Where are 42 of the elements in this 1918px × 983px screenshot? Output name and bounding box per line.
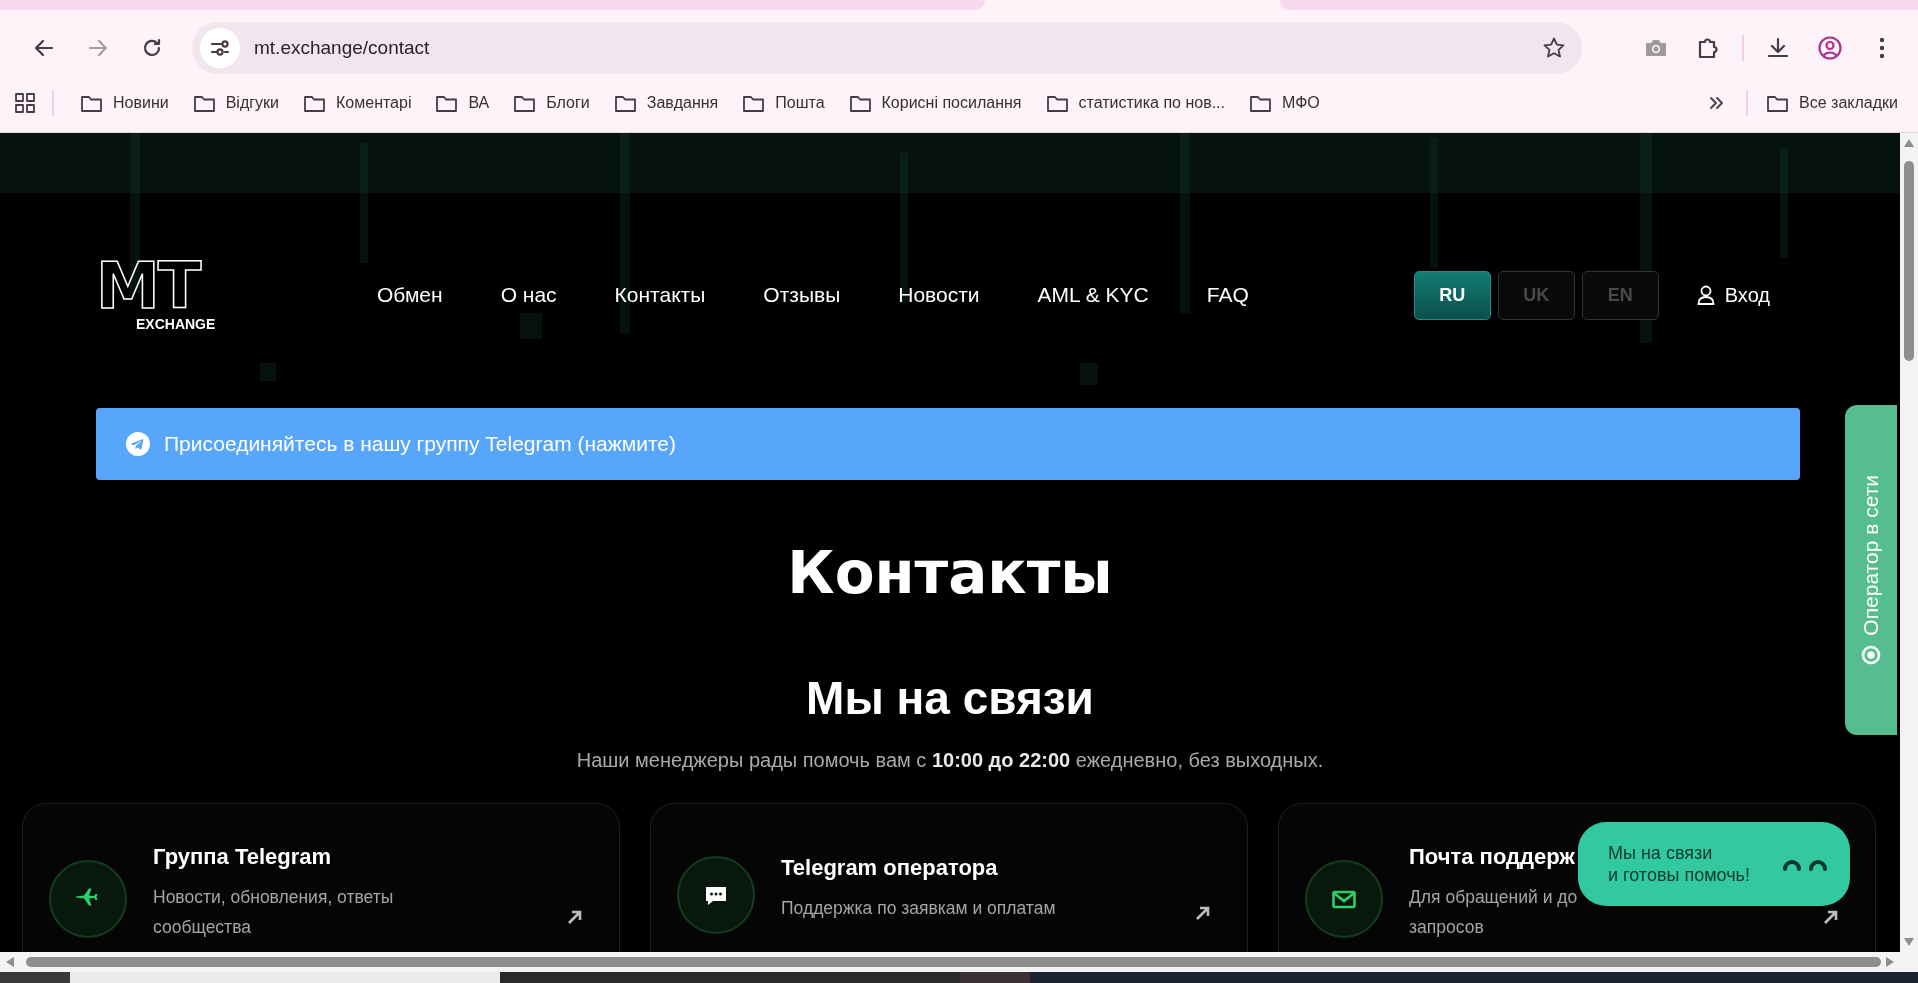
contact-card[interactable]: Группа Telegram Новости, обновления, ответы сообщества <box>22 803 620 952</box>
logo-mark: MT <box>96 258 200 314</box>
card-title: Группа Telegram <box>153 844 332 870</box>
logo-wordmark: EXCHANGE <box>136 316 216 332</box>
login-link[interactable]: Вход <box>1696 283 1770 307</box>
bookmark-item[interactable]: Коментарі <box>303 92 412 114</box>
bookmark-item[interactable]: Завдання <box>613 92 719 114</box>
card-description: Для обращений и до <box>1409 886 1578 909</box>
bookmark-item[interactable]: ВА <box>435 92 490 114</box>
bookmark-item[interactable]: Новини <box>80 92 169 114</box>
language-button[interactable]: RU <box>1413 270 1491 320</box>
nav-link[interactable]: AML & KYC <box>1037 283 1149 307</box>
contact-card[interactable]: Telegram оператора Поддержка по заявкам и оплатам <box>650 803 1248 952</box>
nav-link[interactable]: FAQ <box>1206 283 1249 307</box>
address-bar[interactable]: mt.exchange/contact <box>192 22 1582 74</box>
operator-status-label: Оператор в сети <box>1859 474 1883 636</box>
bookmark-item[interactable]: Блоги <box>513 92 590 114</box>
section-heading: Мы на связи <box>806 671 1094 726</box>
nav-link[interactable]: Контакты <box>614 283 706 307</box>
card-title: Почта поддерж <box>1409 844 1575 870</box>
card-title: Telegram оператора <box>781 855 998 881</box>
bookmark-item[interactable]: МФО <box>1249 92 1320 114</box>
nav-link[interactable]: Обмен <box>377 283 443 307</box>
chat-widget-text: и готовы помочь! <box>1608 864 1751 886</box>
bookmark-item[interactable]: Корисні посилання <box>848 92 1022 114</box>
bookmark-item[interactable]: статистика по нов... <box>1045 92 1225 114</box>
logo[interactable]: MT EXCHANGE <box>96 258 238 332</box>
nav-link[interactable]: Новости <box>898 283 980 307</box>
bookmark-item[interactable]: Пошта <box>742 92 825 114</box>
chat-widget-text: Мы на связи <box>1608 842 1714 864</box>
intro-text: Наши менеджеры рады помочь вам с 10:00 до 22:00 ежедневно, без выходных. <box>576 748 1324 773</box>
page-title: Контакты <box>787 538 1113 608</box>
card-description: запросов <box>1409 916 1484 939</box>
bookmark-item[interactable]: Відгуки <box>192 92 279 114</box>
card-description: Поддержка по заявкам и оплатам <box>781 897 1056 920</box>
nav-link[interactable]: О нас <box>500 283 557 307</box>
bookmark-item[interactable]: Все закладки <box>1766 92 1898 114</box>
chat-widget[interactable]: Мы на связи и готовы помочь! <box>1578 822 1850 906</box>
card-description: сообщества <box>153 916 251 939</box>
card-description: Новости, обновления, ответы <box>153 886 394 909</box>
url-text: mt.exchange/contact <box>254 37 431 59</box>
nav-link[interactable]: Отзывы <box>763 283 841 307</box>
